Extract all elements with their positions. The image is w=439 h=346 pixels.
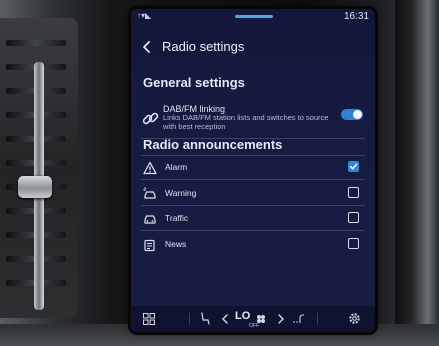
section-title-announcements: Radio announcements [143,137,283,152]
header: Radio settings [131,37,375,59]
airflow-button[interactable] [291,306,307,332]
climate-bar: LO OFF [131,306,375,332]
separator [189,313,190,325]
app-grid-button[interactable] [141,306,157,332]
divider [141,205,365,206]
hazard-car-icon [143,187,156,199]
top-view-handle[interactable] [235,15,273,18]
status-bar: ↑▾◣ 16:31 [131,9,375,25]
dab-fm-linking-row[interactable]: DAB/FM linking Links DAB/FM station list… [141,104,365,137]
announcement-row-traffic[interactable]: Traffic [141,208,365,230]
vent-knob [18,176,52,198]
airflow-icon [293,314,304,323]
seat-heat-icon [201,312,210,325]
checkmark-icon [349,163,358,170]
announcement-label: News [165,239,187,249]
separator [317,313,318,325]
announcement-row-alarm[interactable]: Alarm [141,157,365,179]
divider [141,155,365,156]
page-title: Radio settings [162,39,245,54]
settings-button[interactable] [345,306,363,332]
chevron-left-icon [222,314,228,324]
traffic-car-icon [144,215,156,224]
temp-down-button[interactable] [219,306,231,332]
warning-triangle-icon [143,161,157,175]
chevron-left-icon [143,41,150,53]
link-icon [142,112,159,125]
announcement-label: Alarm [165,162,188,172]
back-button[interactable] [139,37,155,57]
news-checkbox[interactable] [348,238,359,249]
dab-fm-linking-description: Links DAB/FM station lists and switches … [163,113,329,131]
toggle-knob [353,110,362,119]
alarm-checkbox[interactable] [348,161,359,172]
status-indicators: ↑▾◣ [137,11,152,20]
section-title-general: General settings [143,75,245,90]
announcement-label: Warning [165,188,197,198]
infotainment-screen: ↑▾◣ 16:31 Radio settings General setting… [131,9,375,332]
announcement-row-news[interactable]: News [141,234,365,256]
dab-fm-linking-toggle[interactable] [341,109,363,120]
divider [141,179,365,180]
seat-heat-button[interactable] [197,306,213,332]
temperature-display[interactable]: LO [235,310,250,322]
temp-up-button[interactable] [275,306,287,332]
app-grid-icon [143,313,155,325]
news-icon [144,239,155,252]
warning-checkbox[interactable] [348,187,359,198]
chevron-right-icon [278,314,284,324]
clock: 16:31 [343,11,369,22]
traffic-checkbox[interactable] [348,212,359,223]
announcement-label: Traffic [165,213,189,223]
fan-state-label: OFF [249,323,259,329]
chrome-trim [395,0,439,346]
announcement-row-warning[interactable]: Warning [141,183,365,205]
gear-icon [348,313,360,324]
divider [141,230,365,231]
